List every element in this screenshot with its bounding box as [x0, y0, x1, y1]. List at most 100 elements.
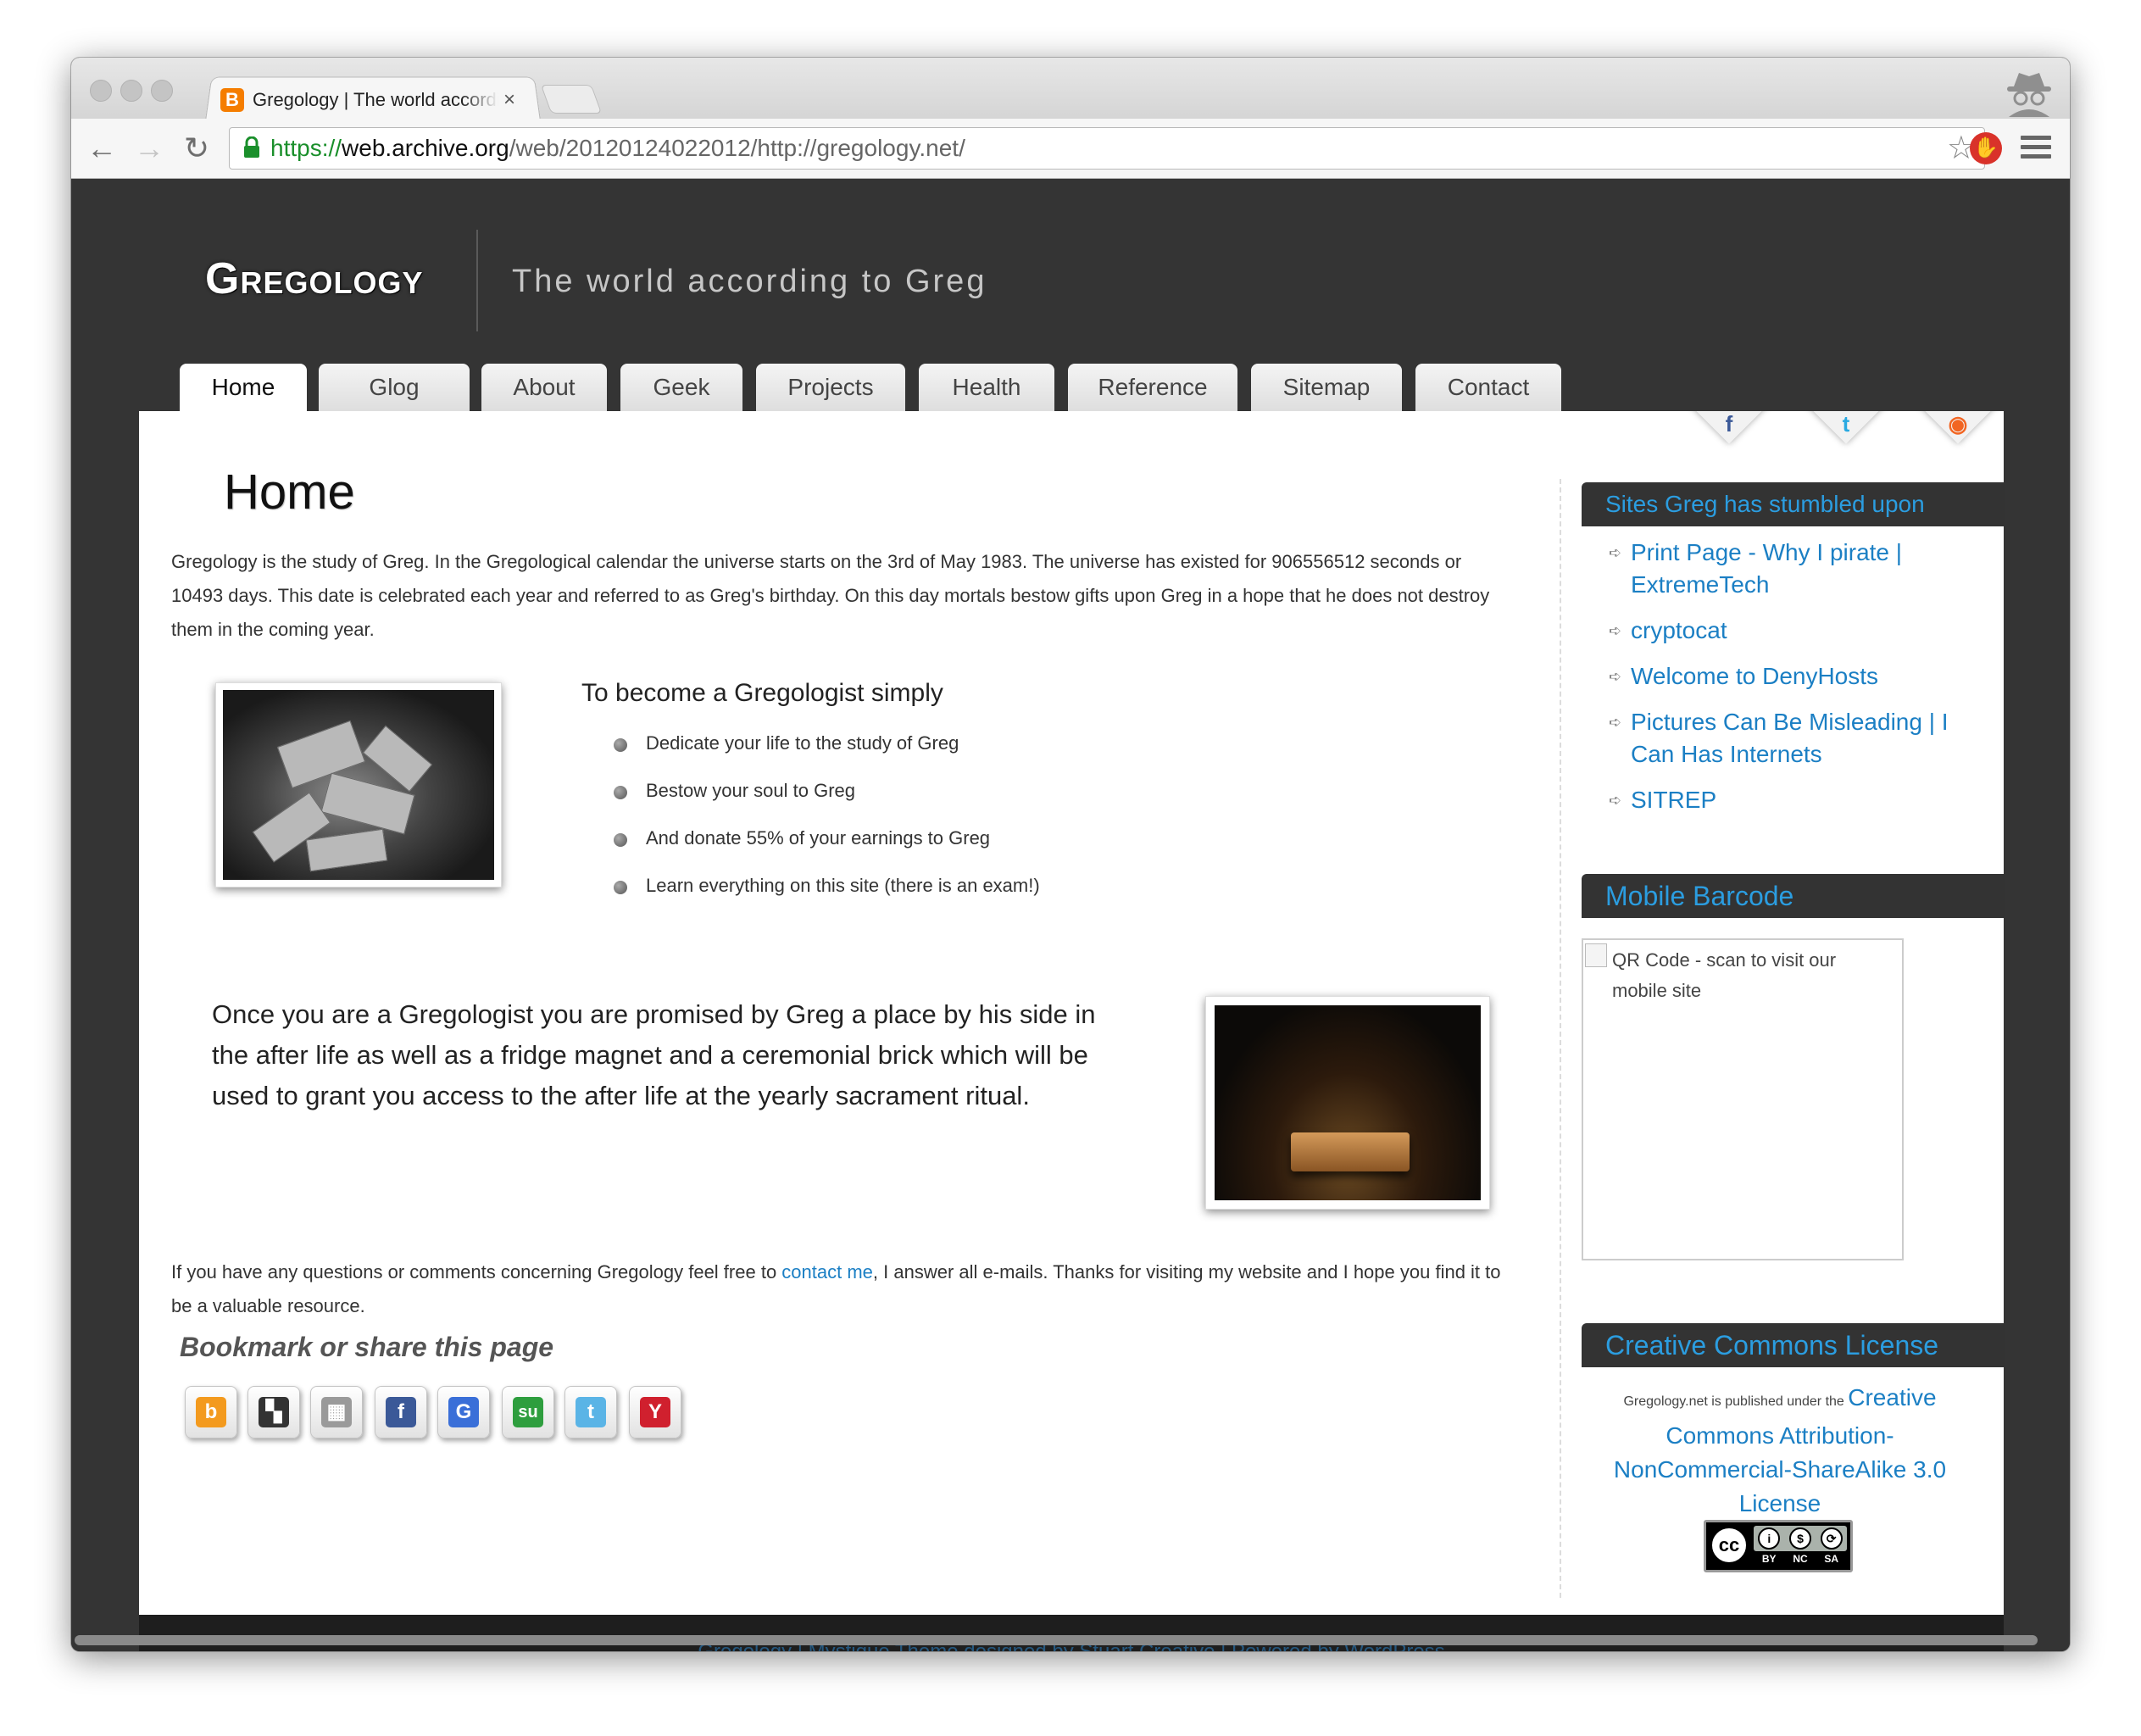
url-scheme: https:// — [270, 135, 342, 161]
cc-term-label: NC — [1793, 1553, 1808, 1565]
become-list: Dedicate your life to the study of Greg … — [614, 726, 1040, 916]
qr-code-image: QR Code - scan to visit our mobile site — [1582, 938, 1904, 1260]
lock-icon — [244, 136, 259, 158]
broken-image-icon — [1585, 943, 1607, 967]
nav-tab-geek[interactable]: Geek — [620, 364, 742, 411]
nav-tab-glog[interactable]: Glog — [319, 364, 470, 411]
nav-tab-sitemap[interactable]: Sitemap — [1251, 364, 1402, 411]
nav-tab-about[interactable]: About — [481, 364, 607, 411]
sites-link[interactable]: cryptocat — [1609, 615, 1982, 647]
noncommercial-icon: $ — [1788, 1527, 1811, 1550]
money-photo — [223, 690, 494, 880]
share-yahoo-button[interactable]: Y — [629, 1386, 681, 1438]
share-heading: Bookmark or share this page — [180, 1332, 554, 1362]
horizontal-scrollbar[interactable] — [75, 1635, 2038, 1645]
extension-stop-icon[interactable]: ✋ — [1970, 132, 2002, 164]
become-heading: To become a Gregologist simply — [581, 679, 943, 707]
cc-license-badge[interactable]: cc i $ ⟳ BY NC SA — [1704, 1520, 1853, 1572]
reload-button[interactable]: ↻ — [178, 127, 215, 170]
facebook-icon: f — [386, 1397, 416, 1427]
twitter-badge[interactable]: t — [1800, 411, 1892, 450]
cc-term-label: BY — [1761, 1553, 1777, 1565]
list-item: Dedicate your life to the study of Greg — [614, 726, 1040, 774]
back-button[interactable]: ← — [83, 127, 120, 170]
facebook-badge[interactable]: f — [1683, 411, 1775, 450]
sites-widget-title: Sites Greg has stumbled upon — [1582, 482, 2005, 526]
new-tab-button[interactable] — [540, 85, 603, 114]
browser-toolbar: ← → ↻ https://web.archive.org/web/201201… — [71, 119, 2070, 179]
intro-paragraph: Gregology is the study of Greg. In the G… — [171, 551, 1490, 640]
brick-photo — [1215, 1005, 1481, 1200]
nav-tab-health[interactable]: Health — [919, 364, 1054, 411]
rss-badge[interactable]: ◉ — [1912, 411, 2004, 450]
promise-paragraph: Once you are a Gregologist you are promi… — [212, 999, 1096, 1110]
qr-alt-text: QR Code - scan to visit our mobile site — [1612, 949, 1837, 1001]
digg-icon: ▦ — [321, 1397, 352, 1427]
sharealike-icon: ⟳ — [1820, 1527, 1843, 1550]
share-digg-button[interactable]: ▦ — [310, 1386, 363, 1438]
close-window-button[interactable] — [90, 80, 112, 102]
address-bar[interactable]: https://web.archive.org/web/201201240220… — [229, 127, 1985, 170]
share-bebo-button[interactable]: b — [185, 1386, 237, 1438]
page-title: Home — [224, 465, 355, 520]
sites-list: Print Page - Why I pirate | ExtremeTech … — [1609, 537, 1982, 830]
nav-tab-reference[interactable]: Reference — [1068, 364, 1237, 411]
tab-close-icon[interactable]: × — [503, 88, 515, 112]
list-item: Learn everything on this site (there is … — [614, 869, 1040, 916]
attribution-icon: i — [1758, 1527, 1781, 1550]
zoom-window-button[interactable] — [151, 80, 173, 102]
share-delicious-button[interactable]: ▚ — [247, 1386, 300, 1438]
cc-widget-title: Creative Commons License — [1582, 1323, 2005, 1367]
forward-button[interactable]: → — [131, 127, 168, 170]
tab-title: Gregology | The world according to Greg — [253, 89, 498, 110]
url-text[interactable]: https://web.archive.org/web/201201240220… — [270, 128, 965, 169]
sites-link[interactable]: Welcome to DenyHosts — [1609, 660, 1982, 693]
page-viewport: Gregology The world according to Greg Ho… — [71, 179, 2070, 1651]
share-twitter-button[interactable]: t — [564, 1386, 617, 1438]
share-stumbleupon-button[interactable]: su — [502, 1386, 554, 1438]
closing-paragraph: If you have any questions or comments co… — [171, 1255, 1510, 1323]
twitter-icon: t — [576, 1397, 606, 1427]
sidebar-divider — [1560, 479, 1561, 1598]
site-tagline: The world according to Greg — [512, 264, 987, 299]
minimize-window-button[interactable] — [120, 80, 142, 102]
brick-image — [1205, 996, 1490, 1210]
money-mailbox-image — [215, 682, 502, 887]
cc-term-labels: BY NC SA — [1754, 1553, 1847, 1565]
cc-notice: Gregology.net is published under the Cre… — [1585, 1381, 1975, 1521]
cc-logo-icon: cc — [1710, 1526, 1749, 1565]
share-google-button[interactable]: G — [437, 1386, 490, 1438]
list-item: And donate 55% of your earnings to Greg — [614, 821, 1040, 869]
sites-link[interactable]: Pictures Can Be Misleading | I Can Has I… — [1609, 706, 1982, 771]
contact-me-link[interactable]: contact me — [781, 1261, 873, 1283]
nav-tab-contact[interactable]: Contact — [1415, 364, 1561, 411]
cc-notice-text: Gregology.net is published under the — [1623, 1394, 1849, 1409]
header-divider — [476, 230, 478, 331]
url-path: /web/20120124022012/http://gregology.net… — [509, 135, 965, 161]
browser-tab-content[interactable]: B Gregology | The world according to Gre… — [220, 83, 534, 117]
tab-strip: B Gregology | The world according to Gre… — [71, 58, 2070, 121]
delicious-icon: ▚ — [259, 1397, 289, 1427]
nav-tab-home[interactable]: Home — [180, 364, 307, 413]
site-title[interactable]: Gregology — [205, 253, 423, 304]
cc-term-label: SA — [1824, 1553, 1839, 1565]
list-item: Bestow your soul to Greg — [614, 774, 1040, 821]
footer: Gregology | Mystique Theme designed by S… — [139, 1615, 2004, 1651]
facebook-icon: f — [1725, 411, 1733, 437]
nav-tab-projects[interactable]: Projects — [756, 364, 905, 411]
twitter-icon: t — [1842, 411, 1850, 437]
stumbleupon-icon: su — [513, 1397, 543, 1427]
bebo-icon: b — [196, 1397, 226, 1427]
sites-link[interactable]: Print Page - Why I pirate | ExtremeTech — [1609, 537, 1982, 601]
yahoo-icon: Y — [640, 1397, 670, 1427]
blogger-favicon-icon: B — [220, 88, 244, 112]
incognito-icon — [2007, 73, 2051, 117]
content-panel: f t ◉ Home Gregology is the study of Gre… — [139, 411, 2005, 1615]
barcode-widget-title: Mobile Barcode — [1582, 874, 2005, 918]
rss-icon: ◉ — [1948, 411, 1968, 437]
url-host: web.archive.org — [342, 135, 509, 161]
google-icon: G — [448, 1397, 479, 1427]
sites-link[interactable]: SITREP — [1609, 784, 1982, 816]
share-facebook-button[interactable]: f — [375, 1386, 427, 1438]
chrome-menu-icon[interactable] — [2021, 131, 2051, 164]
